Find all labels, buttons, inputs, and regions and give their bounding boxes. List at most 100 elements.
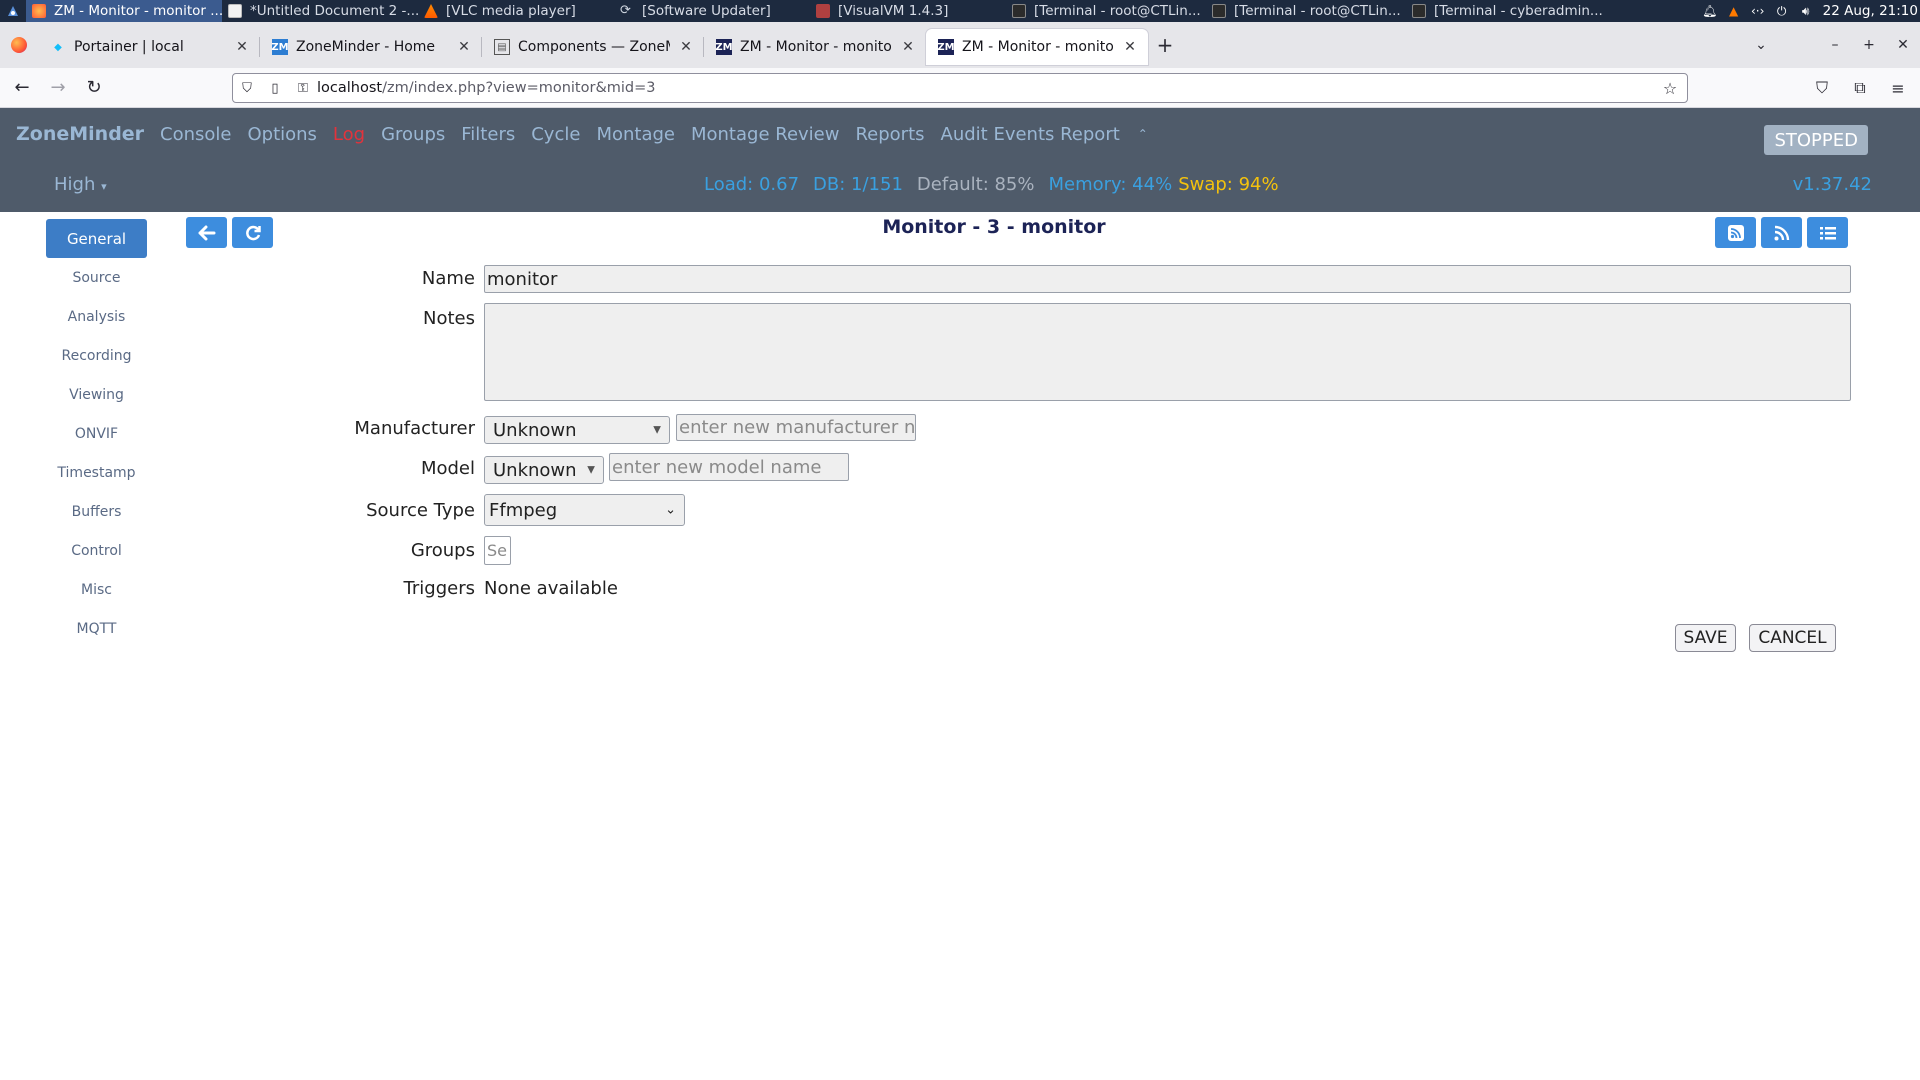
cancel-button[interactable]: CANCEL bbox=[1749, 624, 1836, 652]
caret-down-icon: ▼ bbox=[587, 464, 595, 476]
save-button[interactable]: SAVE bbox=[1675, 624, 1736, 652]
manufacturer-label: Manufacturer bbox=[354, 418, 475, 439]
rss-button[interactable] bbox=[1715, 217, 1756, 248]
menu-filters[interactable]: Filters bbox=[453, 124, 523, 145]
tab-viewing[interactable]: Viewing bbox=[46, 375, 147, 414]
system-tray: 🔔︎ ▲ ‹·› ⏻ 🔊︎ 22 Aug, 21:10 bbox=[1702, 0, 1920, 22]
tab-onvif[interactable]: ONVIF bbox=[46, 414, 147, 453]
taskbar-task-vlc[interactable]: [VLC media player] bbox=[418, 0, 614, 22]
network-icon[interactable]: ‹·› bbox=[1751, 4, 1765, 18]
browser-tab[interactable]: ◆ Portainer | local ✕ bbox=[38, 29, 260, 65]
pocket-icon[interactable]: ⛉ bbox=[1806, 72, 1838, 104]
key-icon[interactable]: ⚿ bbox=[289, 74, 317, 102]
minimize-icon[interactable]: – bbox=[1818, 28, 1852, 62]
menu-reports[interactable]: Reports bbox=[847, 124, 932, 145]
groups-select[interactable]: Se bbox=[484, 536, 511, 565]
list-tabs-icon[interactable]: ⌄ bbox=[1744, 28, 1778, 62]
new-tab-icon[interactable]: + bbox=[1148, 28, 1182, 62]
new-manufacturer-input[interactable]: enter new manufacturer name bbox=[676, 414, 916, 441]
close-icon[interactable]: ✕ bbox=[456, 39, 472, 55]
chevron-down-icon: ⌄ bbox=[665, 502, 676, 518]
taskbar-task-label: [VLC media player] bbox=[446, 3, 576, 19]
name-field[interactable]: monitor bbox=[484, 265, 1851, 293]
taskbar-task-editor[interactable]: *Untitled Document 2 -... bbox=[222, 0, 418, 22]
terminal-icon bbox=[1212, 4, 1226, 18]
taskbar-task-visualvm[interactable]: [VisualVM 1.4.3] bbox=[810, 0, 1006, 22]
close-icon[interactable]: ✕ bbox=[1122, 39, 1138, 55]
tab-misc[interactable]: Misc bbox=[46, 570, 147, 609]
visualvm-icon bbox=[816, 4, 830, 18]
notes-textarea[interactable] bbox=[484, 303, 1851, 401]
feed-button[interactable] bbox=[1761, 217, 1802, 248]
forward-icon[interactable]: → bbox=[40, 72, 76, 104]
extensions-icon[interactable]: ⧉ bbox=[1844, 72, 1876, 104]
tab-title: ZM - Monitor - monitor bbox=[740, 39, 892, 55]
new-model-input[interactable]: enter new model name bbox=[609, 453, 849, 481]
menu-cycle[interactable]: Cycle bbox=[523, 124, 588, 145]
zm-status-bar: High ▾ Load: 0.67 DB: 1/151 Default: 85%… bbox=[0, 160, 1920, 212]
menu-console[interactable]: Console bbox=[152, 124, 239, 145]
tab-mqtt[interactable]: MQTT bbox=[46, 609, 147, 648]
browser-tab[interactable]: ZM ZoneMinder - Home ✕ bbox=[260, 29, 482, 65]
url-bar[interactable]: ⛉ ▯ ⚿ localhost/zm/index.php?view=monito… bbox=[232, 73, 1688, 103]
list-button[interactable] bbox=[1807, 217, 1848, 248]
close-window-icon[interactable]: ✕ bbox=[1886, 28, 1920, 62]
menu-audit-events-report[interactable]: Audit Events Report bbox=[933, 124, 1128, 145]
browser-tab[interactable]: ▤ Components — ZoneMin ✕ bbox=[482, 29, 704, 65]
close-icon[interactable]: ✕ bbox=[678, 39, 694, 55]
menu-groups[interactable]: Groups bbox=[373, 124, 453, 145]
taskbar-task-terminal[interactable]: [Terminal - root@CTLin... bbox=[1006, 0, 1206, 22]
tab-buffers[interactable]: Buffers bbox=[46, 492, 147, 531]
close-icon[interactable]: ✕ bbox=[234, 39, 250, 55]
firefox-view-icon[interactable] bbox=[0, 22, 38, 68]
taskbar-task-updater[interactable]: ⟳ [Software Updater] bbox=[614, 0, 810, 22]
maximize-icon[interactable]: + bbox=[1852, 28, 1886, 62]
volume-icon[interactable]: 🔊︎ bbox=[1799, 4, 1813, 18]
version-label[interactable]: v1.37.42 bbox=[1793, 174, 1872, 195]
taskbar-task-terminal[interactable]: [Terminal - root@CTLin... bbox=[1206, 0, 1406, 22]
taskbar-task-label: [VisualVM 1.4.3] bbox=[838, 3, 949, 19]
taskbar-task-terminal[interactable]: [Terminal - cyberadmin... bbox=[1406, 0, 1606, 22]
close-icon[interactable]: ✕ bbox=[900, 39, 916, 55]
triggers-label: Triggers bbox=[403, 578, 475, 599]
tab-source[interactable]: Source bbox=[46, 258, 147, 297]
menu-montage[interactable]: Montage bbox=[588, 124, 683, 145]
zm-header: ZoneMinder Console Options Log Groups Fi… bbox=[0, 108, 1920, 160]
browser-tab[interactable]: ZM ZM - Monitor - monitor ✕ bbox=[704, 29, 926, 65]
caret-down-icon: ▾ bbox=[101, 180, 107, 193]
tab-control[interactable]: Control bbox=[46, 531, 147, 570]
clock[interactable]: 22 Aug, 21:10 bbox=[1823, 3, 1918, 19]
reload-icon[interactable]: ↻ bbox=[76, 72, 112, 104]
taskbar-task-firefox[interactable]: ZM - Monitor - monitor ... bbox=[26, 0, 222, 22]
menu-options[interactable]: Options bbox=[239, 124, 324, 145]
status-button[interactable]: STOPPED bbox=[1764, 125, 1868, 155]
bandwidth-dropdown[interactable]: High ▾ bbox=[54, 174, 107, 195]
bookmark-star-icon[interactable]: ☆ bbox=[1659, 77, 1681, 99]
default-stat: Default: 85% bbox=[916, 174, 1035, 195]
menu-icon[interactable]: ≡ bbox=[1882, 72, 1914, 104]
zm-icon: ZM bbox=[715, 39, 733, 55]
manufacturer-select[interactable]: Unknown ▼ bbox=[484, 416, 670, 444]
app-menu-icon[interactable] bbox=[0, 0, 26, 22]
chevron-up-icon[interactable]: ⌃ bbox=[1128, 127, 1148, 141]
power-icon[interactable]: ⏻ bbox=[1775, 4, 1789, 18]
tab-timestamp[interactable]: Timestamp bbox=[46, 453, 147, 492]
text-editor-icon bbox=[228, 4, 242, 18]
browser-tab-active[interactable]: ZM ZM - Monitor - monitor ✕ bbox=[926, 29, 1148, 65]
taskbar-task-label: *Untitled Document 2 -... bbox=[250, 3, 418, 19]
bell-icon[interactable]: 🔔︎ bbox=[1702, 4, 1717, 18]
vlc-tray-icon[interactable]: ▲ bbox=[1727, 4, 1741, 18]
model-select[interactable]: Unknown ▼ bbox=[484, 456, 604, 484]
zm-brand[interactable]: ZoneMinder bbox=[0, 123, 152, 145]
back-icon[interactable]: ← bbox=[4, 72, 40, 104]
portainer-icon: ◆ bbox=[54, 41, 62, 53]
menu-montage-review[interactable]: Montage Review bbox=[683, 124, 847, 145]
tab-analysis[interactable]: Analysis bbox=[46, 297, 147, 336]
menu-log[interactable]: Log bbox=[325, 124, 373, 145]
source-type-select[interactable]: Ffmpeg ⌄ bbox=[484, 494, 685, 526]
page-icon[interactable]: ▯ bbox=[261, 74, 289, 102]
tab-recording[interactable]: Recording bbox=[46, 336, 147, 375]
shield-icon[interactable]: ⛉ bbox=[233, 74, 261, 102]
db-stat: DB: 1/151 bbox=[813, 174, 903, 195]
vlc-icon bbox=[424, 4, 438, 18]
